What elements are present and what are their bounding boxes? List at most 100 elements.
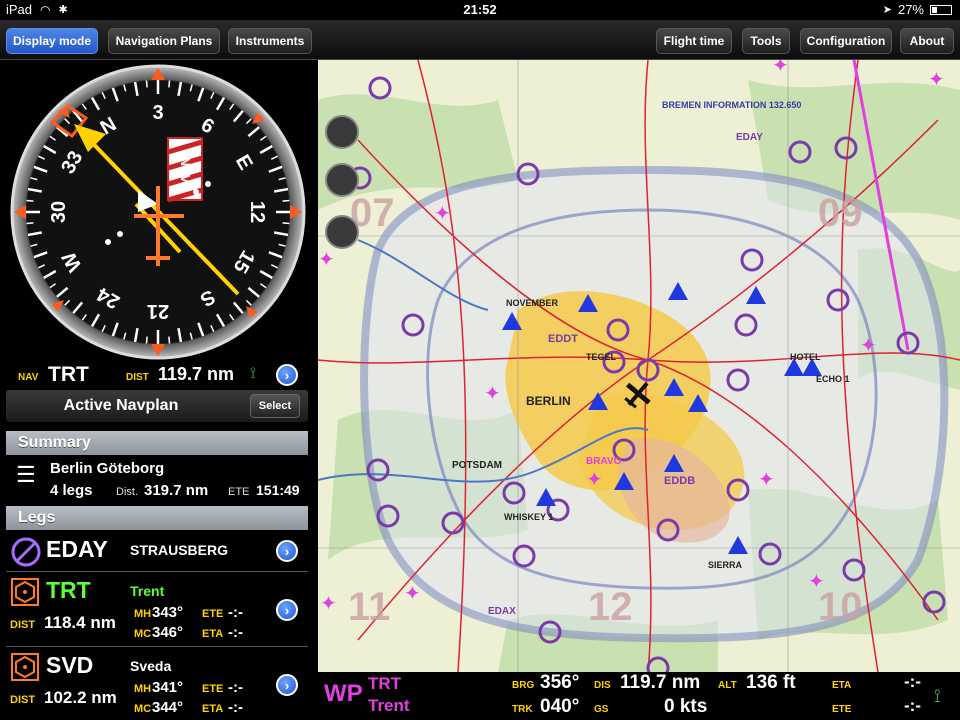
list-icon: ☰ — [16, 462, 36, 487]
dis-value: 119.7 nm — [620, 672, 701, 693]
brg-label: BRG — [512, 680, 535, 691]
battery-icon — [930, 4, 952, 15]
leg-mc-label: MC — [134, 703, 152, 715]
leg-mc: 344° — [152, 699, 184, 716]
instruments-button[interactable]: Instruments — [228, 28, 312, 54]
display-mode-button[interactable]: Display mode — [6, 28, 98, 54]
svg-text:ECHO 1: ECHO 1 — [816, 374, 850, 384]
summary-row[interactable]: ☰ Berlin Göteborg 4 legs Dist. 319.7 nm … — [6, 456, 308, 506]
svg-text:SIERRA: SIERRA — [708, 560, 743, 570]
vor-icon — [11, 578, 39, 606]
leg-eta-label: ETA — [202, 703, 224, 715]
summary-route: Berlin Göteborg — [50, 460, 165, 477]
wp-to: Trent — [368, 696, 410, 715]
hsi-heading-label: 12 — [246, 201, 268, 223]
map-controls — [325, 115, 359, 249]
hsi-heading-label: 21 — [147, 300, 169, 322]
svg-text:✦: ✦ — [404, 583, 421, 605]
summary-ete-label: ETE — [228, 486, 250, 498]
map-canvas[interactable]: 07 09 11 12 10 ✦✦✦ ✦ ✦✦ ✦✦✦ ✦✦ BERLIN PO… — [318, 60, 960, 672]
leg-dist-label: DIST — [10, 694, 36, 706]
left-panel: N 3 6 E 12 15 S 21 24 W 30 33 NAV NAV TR… — [0, 60, 318, 720]
status-bar: iPad ◠ ✱ 21:52 ➤ 27% — [0, 0, 960, 20]
svg-text:BERLIN: BERLIN — [526, 394, 571, 408]
nav-dist: 119.7 nm — [158, 364, 235, 384]
hsi-tick — [168, 80, 171, 88]
hsi-tick — [168, 336, 171, 344]
app-window: iPad ◠ ✱ 21:52 ➤ 27% Display mode Naviga… — [0, 0, 960, 720]
svg-text:WHISKEY 1: WHISKEY 1 — [504, 512, 553, 522]
flight-time-button[interactable]: Flight time — [656, 28, 732, 54]
summary-ete: 151:49 — [256, 482, 300, 498]
leg-name: Trent — [130, 583, 165, 599]
leg-eta: -:- — [228, 699, 243, 716]
nav-flag-text: NAV — [178, 157, 193, 184]
flight-info-bar: WP TRT Trent BRG 356° TRK 040° DIS 119.7… — [318, 672, 960, 720]
leg-ident: SVD — [46, 652, 94, 678]
active-navplan-title: Active Navplan — [63, 397, 179, 414]
leg-eta: -:- — [228, 624, 243, 641]
alt-value: 136 ft — [746, 672, 796, 693]
alt-label: ALT — [718, 680, 737, 691]
about-button[interactable]: About — [900, 28, 954, 54]
hsi-instrument[interactable]: N36E1215S2124W3033 NAV — [8, 62, 308, 362]
hsi-heading-label: 3 — [152, 102, 163, 124]
leg-detail-button[interactable]: › — [276, 540, 298, 562]
leg-row-svd[interactable]: SVD Sveda DIST 102.2 nm MH 341° MC 344° … — [6, 648, 308, 720]
svg-text:12: 12 — [588, 585, 633, 629]
navigation-plans-button[interactable]: Navigation Plans — [108, 28, 220, 54]
leg-dist-label: DIST — [10, 619, 36, 631]
nav-detail-button[interactable]: › — [276, 364, 298, 386]
svg-text:EDAY: EDAY — [736, 132, 763, 143]
hsi-tick — [282, 222, 290, 225]
gps-signal-icon: ⟟ — [934, 686, 941, 706]
svg-text:✦: ✦ — [860, 335, 877, 357]
toolbar: Display mode Navigation Plans Instrument… — [0, 20, 960, 60]
hsi-tick — [26, 199, 34, 202]
select-navplan-button[interactable]: Select — [250, 394, 300, 418]
svg-text:BRAVO: BRAVO — [586, 456, 622, 467]
trk-label: TRK — [512, 704, 533, 715]
svg-text:✦: ✦ — [928, 69, 945, 91]
svg-text:EDDT: EDDT — [548, 333, 578, 345]
gs-value: 0 kts — [664, 696, 708, 717]
gs-label: GS — [594, 704, 609, 715]
leg-detail-button[interactable]: › — [276, 599, 298, 621]
svg-text:BREMEN INFORMATION 132.650: BREMEN INFORMATION 132.650 — [662, 100, 801, 110]
eta-value: -:- — [904, 672, 921, 691]
leg-row-eday[interactable]: EDAY STRAUSBERG › — [6, 532, 308, 572]
ete-label: ETE — [832, 704, 852, 715]
tools-button[interactable]: Tools — [742, 28, 790, 54]
wp-from: TRT — [368, 674, 402, 693]
airfield-icon — [11, 537, 41, 567]
svg-text:✦: ✦ — [586, 469, 603, 491]
svg-text:✦: ✦ — [484, 383, 501, 405]
svg-text:EDAX: EDAX — [488, 606, 516, 617]
svg-text:TEGEL: TEGEL — [586, 352, 617, 362]
svg-text:HOTEL: HOTEL — [790, 352, 821, 362]
wp-label: WP — [324, 680, 363, 707]
vor-icon — [11, 653, 39, 681]
leg-dist: 118.4 nm — [44, 613, 116, 632]
svg-text:✦: ✦ — [318, 249, 335, 271]
svg-text:✦: ✦ — [434, 203, 451, 225]
leg-mh-label: MH — [134, 608, 152, 620]
leg-ete-label: ETE — [202, 683, 224, 695]
leg-mc: 346° — [152, 624, 184, 641]
status-right: ➤ 27% — [883, 2, 952, 17]
hsi-tick — [282, 199, 290, 202]
leg-row-trt[interactable]: TRT Trent DIST 118.4 nm MH 343° MC 346° … — [6, 573, 308, 647]
nav-row: NAV TRT DIST 119.7 nm ⟟ › — [0, 360, 318, 390]
leg-detail-button[interactable]: › — [276, 674, 298, 696]
active-navplan-bar: Active Navplan Select — [6, 390, 308, 422]
svg-text:NOVEMBER: NOVEMBER — [506, 298, 559, 308]
nav-ident: TRT — [48, 363, 89, 386]
leg-mh-label: MH — [134, 683, 152, 695]
svg-text:✦: ✦ — [772, 60, 789, 77]
svg-text:POTSDAM: POTSDAM — [452, 460, 502, 471]
ete-value: -:- — [904, 696, 921, 715]
summary-dist: 319.7 nm — [144, 482, 209, 499]
configuration-button[interactable]: Configuration — [800, 28, 892, 54]
aeronautical-map[interactable]: 07 09 11 12 10 ✦ ✦ ✦ ✦ ✦ ✦ ✦ ✦ ✦ ✦ ✦ BER… — [318, 60, 960, 672]
leg-mc-label: MC — [134, 628, 152, 640]
